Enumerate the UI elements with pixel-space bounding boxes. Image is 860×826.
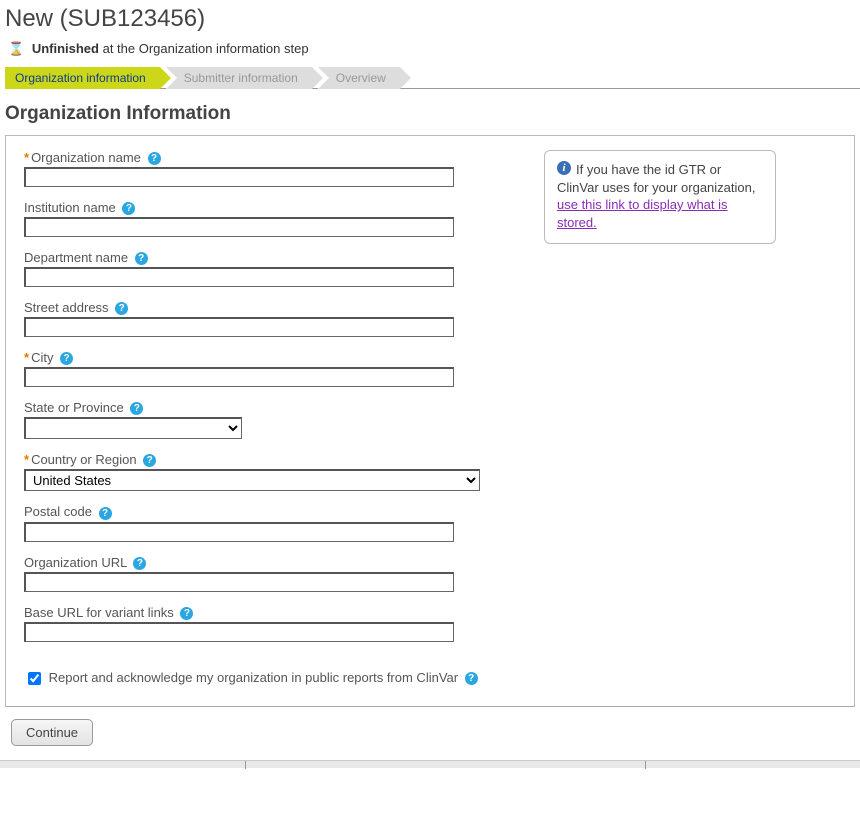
info-text: If you have the id GTR or ClinVar uses f…: [557, 162, 755, 195]
department-input[interactable]: [24, 267, 454, 287]
street-label: Street address: [24, 300, 484, 315]
city-label: *City: [24, 350, 484, 365]
info-link[interactable]: use this link to display what is stored.: [557, 197, 728, 230]
help-icon[interactable]: [143, 454, 156, 467]
page-title: New (SUB123456): [5, 5, 860, 33]
help-icon[interactable]: [130, 402, 143, 415]
wizard-steps: Organization information Submitter infor…: [5, 67, 860, 89]
step-overview[interactable]: Overview: [318, 67, 400, 89]
org-name-input[interactable]: [24, 167, 454, 187]
help-icon[interactable]: [99, 507, 112, 520]
help-icon[interactable]: [180, 607, 193, 620]
department-label: Department name: [24, 250, 484, 265]
status-rest: at the Organization information step: [99, 41, 309, 56]
section-title: Organization Information: [5, 103, 860, 125]
footer-bar: [0, 760, 860, 768]
state-select[interactable]: [24, 417, 242, 439]
step-organization-information[interactable]: Organization information: [5, 67, 160, 89]
postal-label: Postal code: [24, 504, 484, 519]
help-icon[interactable]: [148, 152, 161, 165]
base-url-input[interactable]: [24, 622, 454, 642]
form-container: *Organization name Institution name Depa…: [5, 135, 855, 706]
button-row: Continue: [5, 706, 855, 760]
help-icon[interactable]: [122, 202, 135, 215]
status-line: ⌛ Unfinished at the Organization informa…: [8, 41, 860, 57]
help-icon[interactable]: [115, 302, 128, 315]
info-box: If you have the id GTR or ClinVar uses f…: [544, 150, 776, 244]
help-icon[interactable]: [133, 557, 146, 570]
country-select[interactable]: United States: [24, 469, 480, 491]
institution-input[interactable]: [24, 217, 454, 237]
continue-button[interactable]: Continue: [11, 719, 93, 746]
org-url-input[interactable]: [24, 572, 454, 592]
postal-input[interactable]: [24, 522, 454, 542]
help-icon[interactable]: [60, 352, 73, 365]
acknowledge-label: Report and acknowledge my organization i…: [49, 670, 458, 685]
base-url-label: Base URL for variant links: [24, 605, 484, 620]
acknowledge-row: Report and acknowledge my organization i…: [24, 669, 836, 688]
acknowledge-checkbox[interactable]: [28, 672, 41, 685]
info-icon: [557, 161, 571, 175]
help-icon[interactable]: [135, 252, 148, 265]
country-label: *Country or Region: [24, 452, 484, 467]
org-name-label: *Organization name: [24, 150, 484, 165]
city-input[interactable]: [24, 367, 454, 387]
org-url-label: Organization URL: [24, 555, 484, 570]
hourglass-icon: ⌛: [8, 41, 24, 56]
state-label: State or Province: [24, 400, 484, 415]
step-submitter-information[interactable]: Submitter information: [166, 67, 312, 89]
street-input[interactable]: [24, 317, 454, 337]
status-bold: Unfinished: [32, 41, 99, 56]
help-icon[interactable]: [465, 672, 478, 685]
institution-label: Institution name: [24, 200, 484, 215]
